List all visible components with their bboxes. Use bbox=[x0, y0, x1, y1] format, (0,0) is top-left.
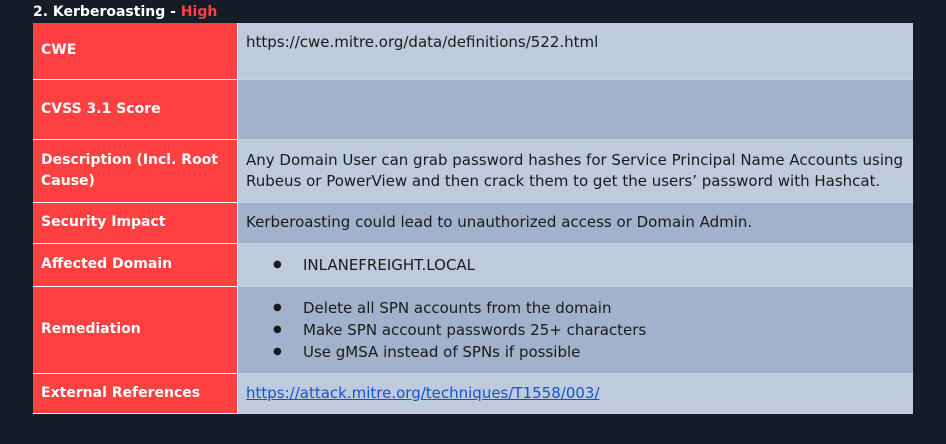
row-cwe: CWE https://cwe.mitre.org/data/definitio… bbox=[33, 23, 913, 80]
cwe-value: https://cwe.mitre.org/data/definitions/5… bbox=[237, 23, 913, 80]
description-label: Description (Incl. Root Cause) bbox=[33, 139, 238, 203]
row-security-impact: Security Impact Kerberoasting could lead… bbox=[33, 202, 913, 244]
security-impact-value: Kerberoasting could lead to unauthorized… bbox=[237, 202, 913, 244]
external-references-label: External References bbox=[33, 373, 238, 414]
remediation-list: Delete all SPN accounts from the domain … bbox=[246, 297, 905, 363]
row-external-references: External References https://attack.mitre… bbox=[33, 373, 913, 414]
affected-domain-value: INLANEFREIGHT.LOCAL bbox=[237, 243, 913, 287]
cvss-label: CVSS 3.1 Score bbox=[33, 79, 238, 140]
remediation-label: Remediation bbox=[33, 286, 238, 374]
row-cvss: CVSS 3.1 Score bbox=[33, 79, 913, 140]
list-item: Make SPN account passwords 25+ character… bbox=[273, 319, 905, 341]
affected-domain-list: INLANEFREIGHT.LOCAL bbox=[246, 254, 905, 276]
list-item: INLANEFREIGHT.LOCAL bbox=[273, 254, 905, 276]
finding-table: CWE https://cwe.mitre.org/data/definitio… bbox=[33, 23, 913, 414]
row-remediation: Remediation Delete all SPN accounts from… bbox=[33, 286, 913, 374]
row-description: Description (Incl. Root Cause) Any Domai… bbox=[33, 139, 913, 203]
row-affected-domain: Affected Domain INLANEFREIGHT.LOCAL bbox=[33, 243, 913, 287]
cwe-label: CWE bbox=[33, 23, 238, 80]
reference-link[interactable]: https://attack.mitre.org/techniques/T155… bbox=[246, 384, 600, 402]
finding-heading: 2. Kerberoasting - High bbox=[33, 3, 217, 21]
list-item: Use gMSA instead of SPNs if possible bbox=[273, 341, 905, 363]
security-impact-label: Security Impact bbox=[33, 202, 238, 244]
remediation-value: Delete all SPN accounts from the domain … bbox=[237, 286, 913, 374]
description-value: Any Domain User can grab password hashes… bbox=[237, 139, 913, 203]
affected-domain-label: Affected Domain bbox=[33, 243, 238, 287]
severity-label: High bbox=[180, 4, 218, 20]
external-references-value: https://attack.mitre.org/techniques/T155… bbox=[237, 373, 913, 414]
finding-title: 2. Kerberoasting - bbox=[33, 4, 181, 20]
list-item: Delete all SPN accounts from the domain bbox=[273, 297, 905, 319]
cvss-value bbox=[237, 79, 913, 140]
